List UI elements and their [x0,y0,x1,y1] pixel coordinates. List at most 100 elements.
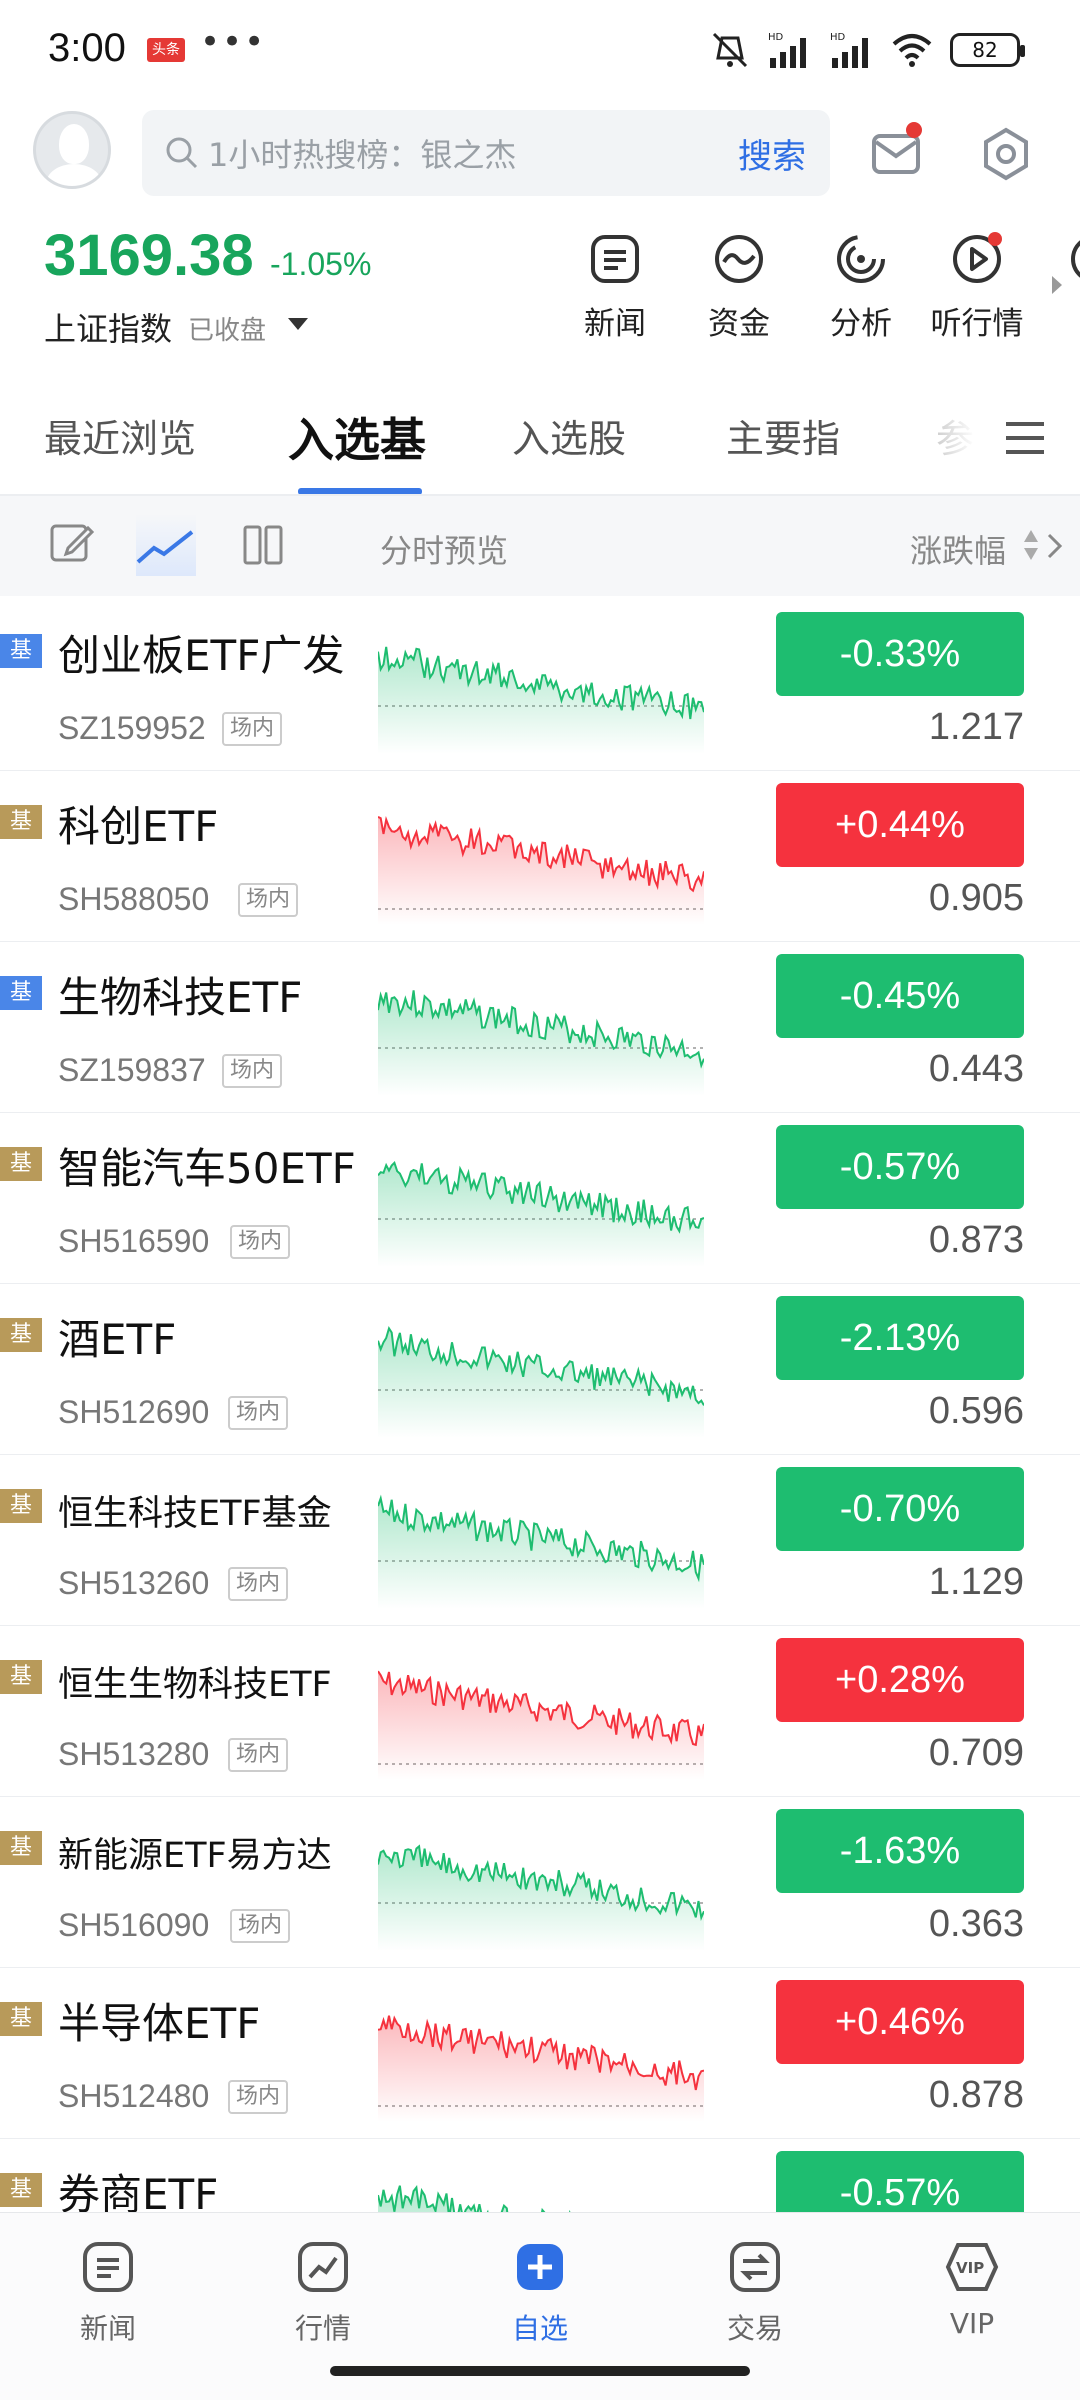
fund-name: 科创ETF [58,802,219,851]
search-placeholder: 1小时热搜榜：银之杰 [208,136,517,174]
sparkline [378,2184,571,2212]
change-button[interactable]: +0.44% [776,783,1024,867]
tab-fade [920,396,1000,476]
fund-row[interactable]: 基 创业板ETF广发 SZ159952 场内 -0.33% 1.217 [0,600,1080,771]
shortcut-label: 听行情 [930,306,1024,342]
settings-icon[interactable] [978,126,1034,182]
scroll-right-icon [1052,276,1062,294]
exchange-tag: 场内 [228,1567,289,1601]
sort-icon[interactable] [1022,528,1040,562]
change-button[interactable]: +0.46% [776,1980,1024,2064]
index-value[interactable]: 3169.38 [44,222,254,289]
svg-text:HD: HD [830,32,846,43]
nav-trade[interactable]: 交易 [685,2239,825,2347]
chart-view-toggle[interactable] [136,514,196,576]
fund-row[interactable]: 基 酒ETF SH512690 场内 -2.13% 0.596 [0,1284,1080,1455]
search-icon [166,137,198,169]
status-icons: HD HD 82 [710,30,1025,70]
fund-price: 0.709 [928,1732,1024,1774]
shortcut-listen[interactable]: 听行情 [922,232,1032,343]
fund-code: SZ159837 [58,1052,206,1088]
tab-selected-stocks[interactable]: 入选股 [512,408,626,463]
sparkline-area [378,1328,704,1438]
fund-badge: 基 [0,2002,42,2036]
exchange-tag: 场内 [238,883,299,917]
nav-label: 交易 [726,2312,783,2345]
change-button[interactable]: -0.57% [776,2151,1024,2212]
nav-watchlist[interactable]: 自选 [470,2239,610,2347]
change-button[interactable]: -0.57% [776,1125,1024,1209]
change-button[interactable]: +0.28% [776,1638,1024,1722]
change-button[interactable]: -0.45% [776,954,1024,1038]
search-button[interactable]: 搜索 [738,129,806,178]
app-header: 1小时热搜榜：银之杰 搜索 [0,108,1080,208]
fund-row[interactable]: 基 券商ETF -0.57% [0,2139,1080,2212]
fund-row[interactable]: 基 生物科技ETF SZ159837 场内 -0.45% 0.443 [0,942,1080,1113]
fund-code: SH512690 [58,1394,210,1430]
change-button[interactable]: -2.13% [776,1296,1024,1380]
wifi-icon [892,34,932,67]
shortcut-news[interactable]: 新闻 [560,232,670,343]
signal-icon-2: HD [830,32,868,68]
sparkline [378,990,704,1096]
change-button[interactable]: -1.63% [776,1809,1024,1893]
list-toolbar: 分时预览 涨跌幅 [0,496,1080,596]
fund-name: 恒生科技ETF基金 [58,1494,332,1534]
line-chart-icon [136,530,194,564]
index-dropdown-icon[interactable] [288,318,308,330]
fund-code: SH588050 [58,881,210,917]
sort-label[interactable]: 涨跌幅 [910,526,1006,572]
fund-name: 创业板ETF广发 [58,631,345,680]
index-change: -1.05% [270,246,372,282]
sparkline-area [378,1162,704,1267]
fund-badge: 基 [0,634,42,668]
search-bar[interactable]: 1小时热搜榜：银之杰 搜索 [142,110,830,196]
fund-badge: 基 [0,1318,42,1352]
fund-row[interactable]: 基 恒生科技ETF基金 SH513260 场内 -0.70% 1.129 [0,1455,1080,1626]
sparkline-area [378,816,704,925]
nav-vip[interactable]: VIP VIP [902,2239,1042,2340]
fund-row[interactable]: 基 新能源ETF易方达 SH516090 场内 -1.63% 0.363 [0,1797,1080,1968]
tab-major-indices[interactable]: 主要指 [726,408,840,463]
nav-market[interactable]: 行情 [253,2239,393,2347]
fund-row[interactable]: 基 半导体ETF SH512480 场内 +0.46% 0.878 [0,1968,1080,2139]
columns-icon[interactable] [242,524,284,566]
shortcut-bar: 新闻 资金 分析 听行情 排 [560,232,1080,352]
index-name[interactable]: 上证指数 [44,304,172,350]
news-badge: 头条 [147,38,185,62]
sparkline-area [378,1498,704,1609]
fund-name: 智能汽车50ETF [58,1144,356,1193]
nav-news[interactable]: 新闻 [38,2239,178,2347]
svg-text:HD: HD [768,32,784,43]
fund-price: 0.878 [928,2074,1024,2116]
mute-icon [712,32,748,68]
tab-recent[interactable]: 最近浏览 [44,408,196,463]
svg-text:VIP: VIP [956,2259,984,2277]
notification-dot [988,232,1002,246]
change-button[interactable]: -0.70% [776,1467,1024,1551]
fund-row[interactable]: 基 恒生生物科技ETF SH513280 场内 +0.28% 0.709 [0,1626,1080,1797]
fund-row[interactable]: 基 智能汽车50ETF SH516590 场内 -0.57% 0.873 [0,1113,1080,1284]
avatar[interactable] [33,111,111,189]
menu-icon[interactable] [1004,420,1046,456]
fund-code: SH513260 [58,1565,210,1601]
more-dots-icon: ••• [200,22,267,62]
tab-selected-funds[interactable]: 入选基 [288,404,426,470]
edit-icon[interactable] [48,520,94,566]
fund-price: 0.443 [928,1048,1024,1090]
shortcut-analysis[interactable]: 分析 [806,232,916,343]
sparkline [378,1844,704,1951]
change-button[interactable]: -0.33% [776,612,1024,696]
sparkline [378,1494,704,1609]
nav-label: 新闻 [79,2312,136,2345]
fund-row[interactable]: 基 科创ETF SH588050 场内 +0.44% 0.905 [0,771,1080,942]
fund-name: 新能源ETF易方达 [58,1836,332,1876]
fund-price: 0.363 [928,1903,1024,1945]
sparkline [378,1670,704,1780]
fund-badge: 基 [0,1831,42,1865]
sparkline-area [378,1671,704,1780]
battery-indicator: 82 [950,33,1025,67]
fund-name: 券商ETF [58,2170,219,2212]
chevron-right-icon[interactable] [1046,532,1064,560]
shortcut-funds[interactable]: 资金 [684,232,794,343]
